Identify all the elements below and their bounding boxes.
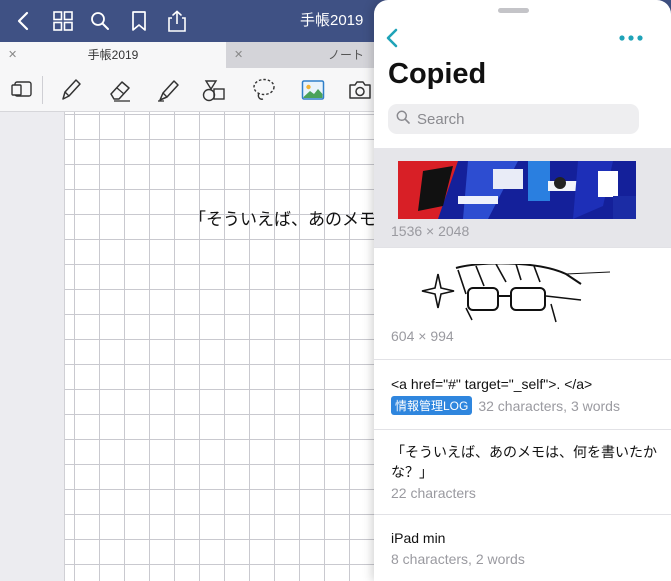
search-icon[interactable]: [85, 0, 115, 42]
clip-meta: 604 × 994: [391, 328, 454, 344]
clip-item-text[interactable]: 「そういえば、あのメモは、何を書いたかな？」 22 characters: [374, 430, 671, 515]
clip-image-thumbnail: [416, 264, 610, 326]
grid-paper-page[interactable]: [64, 112, 384, 581]
search-icon: [396, 110, 410, 129]
lasso-icon[interactable]: [248, 74, 280, 106]
search-placeholder: Search: [417, 110, 465, 128]
clip-item-image[interactable]: 604 × 994: [374, 248, 671, 360]
eraser-icon[interactable]: [105, 74, 137, 106]
tab-label: 手帳2019: [87, 48, 139, 62]
share-icon[interactable]: [162, 0, 192, 42]
handwritten-note-text: 「そういえば、あのメモ: [189, 210, 376, 229]
copied-clipboard-panel: Copied Search 1536 × 2048 604 × 994 <a h…: [374, 0, 671, 581]
clip-meta: 1536 × 2048: [391, 223, 470, 239]
shapes-icon[interactable]: [198, 74, 230, 106]
close-icon[interactable]: ✕: [8, 42, 17, 68]
clip-text: iPad min: [391, 530, 446, 546]
search-field[interactable]: Search: [388, 104, 639, 134]
clip-item-text[interactable]: iPad min 8 characters, 2 words: [374, 515, 671, 581]
source-badge: 情報管理LOG: [391, 396, 473, 415]
back-icon[interactable]: [8, 0, 38, 42]
more-options-icon[interactable]: [614, 26, 648, 50]
clip-image-thumbnail: [398, 161, 636, 219]
highlighter-icon[interactable]: [153, 74, 185, 106]
clip-meta: 32 characters, 3 words: [478, 398, 620, 414]
image-icon[interactable]: [297, 74, 329, 106]
close-icon[interactable]: ✕: [234, 42, 243, 68]
camera-icon[interactable]: [344, 74, 376, 106]
tab-label: ノート: [327, 48, 364, 62]
clip-text: <a href="#" target="_self">. </a>: [391, 376, 593, 392]
page-layout-icon[interactable]: [6, 74, 38, 106]
panel-grabber[interactable]: [498, 8, 529, 13]
pen-icon[interactable]: [55, 74, 87, 106]
clip-item-text[interactable]: <a href="#" target="_self">. </a> 情報管理LO…: [374, 360, 671, 430]
clip-meta: 8 characters, 2 words: [391, 551, 525, 567]
document-title: 手帳2019: [300, 12, 364, 29]
bookmark-icon[interactable]: [124, 0, 154, 42]
tab-notebook-2019[interactable]: ✕ 手帳2019: [0, 42, 226, 68]
clip-meta: 22 characters: [391, 485, 476, 501]
panel-back-button[interactable]: [380, 24, 404, 52]
grid-icon[interactable]: [48, 0, 78, 42]
panel-title: Copied: [388, 58, 487, 90]
toolbar-divider: [42, 76, 43, 104]
clip-text: 「そういえば、あのメモは、何を書いたかな？」: [391, 444, 657, 480]
clip-item-image[interactable]: 1536 × 2048: [374, 148, 671, 248]
